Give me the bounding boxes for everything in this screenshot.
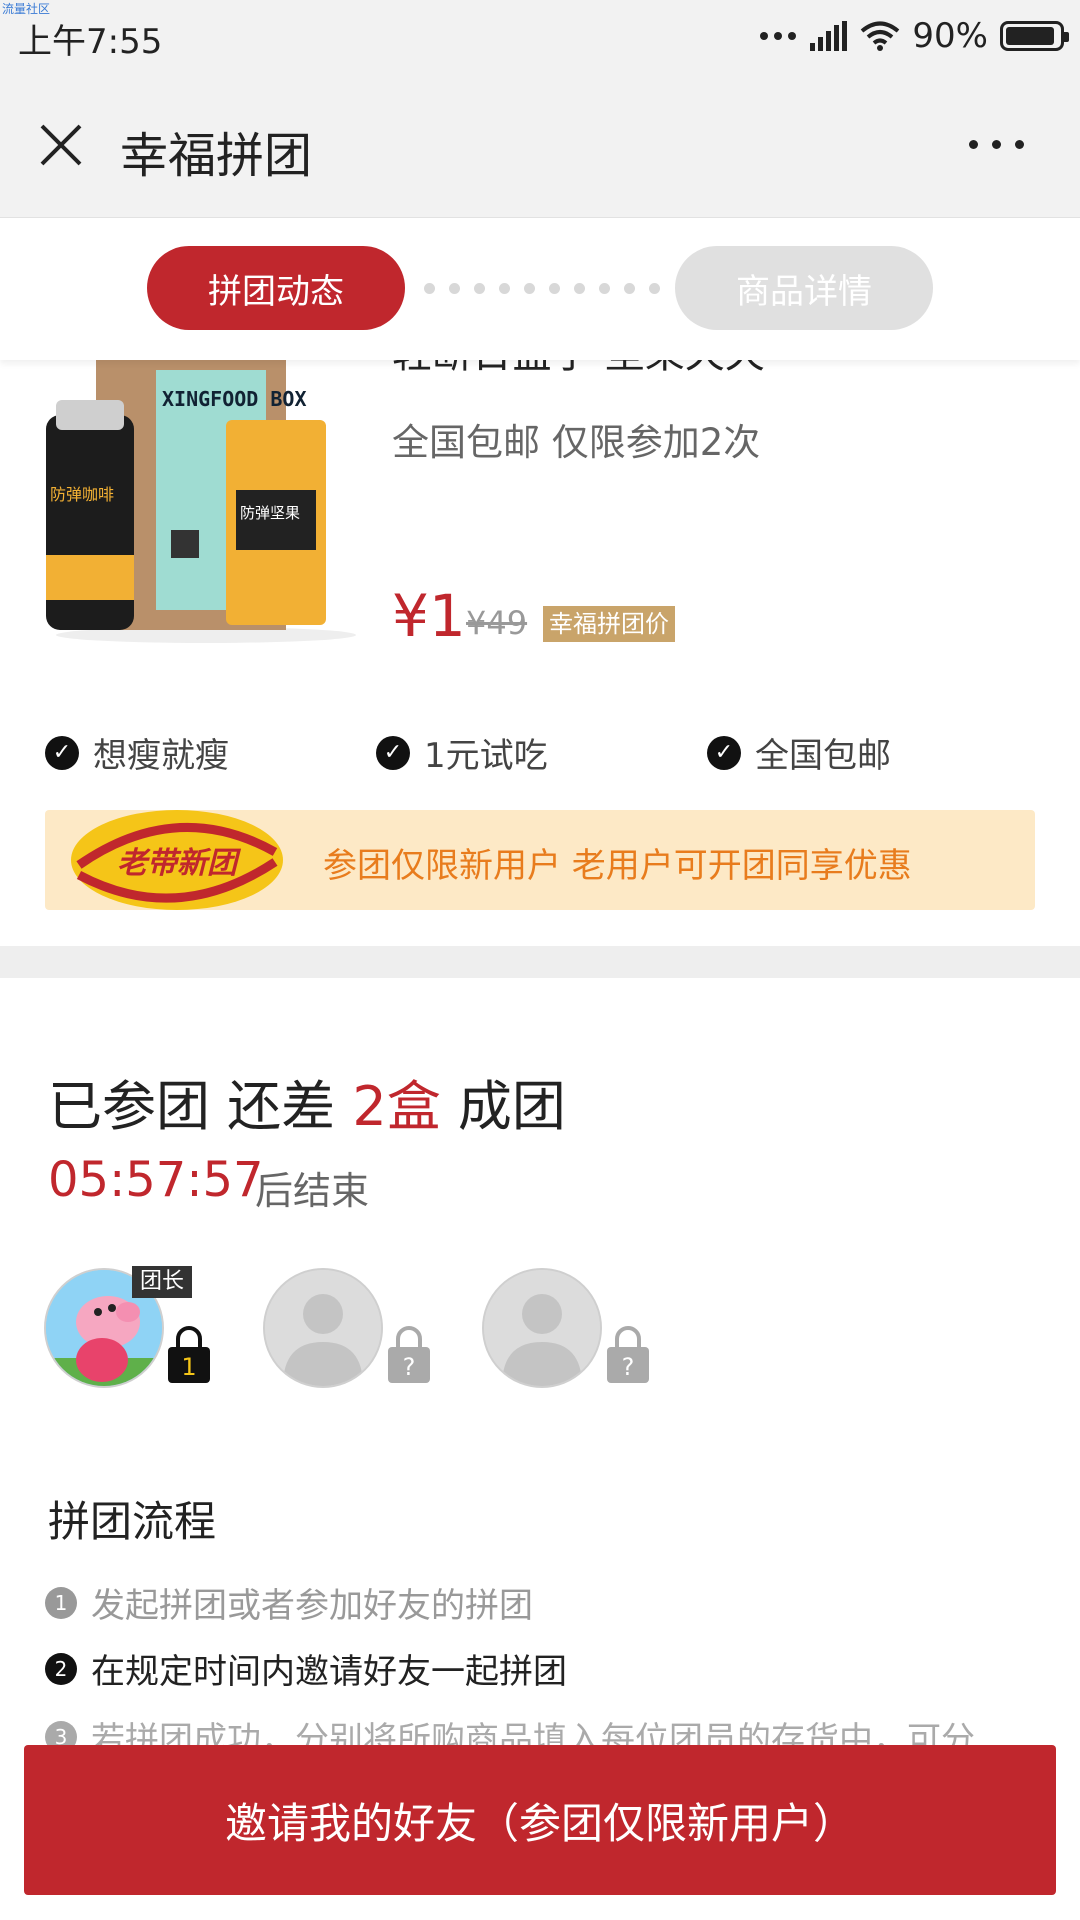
lock-mark: ?	[403, 1353, 416, 1381]
person-placeholder-icon	[484, 1270, 600, 1386]
product-subtitle: 全国包邮 仅限参加2次	[392, 421, 761, 464]
step-number: 1	[45, 1586, 77, 1619]
check-icon: ✓	[45, 735, 79, 770]
step-text: 在规定时间内邀请好友一起拼团	[91, 1652, 567, 1692]
nuts-label: 防弹坚果	[240, 504, 300, 522]
step-number: 2	[45, 1652, 77, 1685]
status-time: 上午7:55	[18, 22, 163, 62]
cellular-signal-icon	[810, 21, 848, 51]
check-icon: ✓	[707, 735, 741, 770]
battery-percent: 90%	[912, 16, 988, 56]
lock-count: 1	[181, 1353, 196, 1381]
more-menu-icon[interactable]	[969, 140, 1024, 149]
group-status: 已参团 还差 2盒 成团	[48, 1062, 566, 1141]
title-bar: 幸福拼团	[0, 72, 1080, 218]
lock-icon: ?	[388, 1326, 430, 1383]
process-step: 2 在规定时间内邀请好友一起拼团	[45, 1644, 567, 1693]
process-title: 拼团流程	[48, 1497, 217, 1546]
invite-friends-button[interactable]: 邀请我的好友（参团仅限新用户）	[24, 1745, 1056, 1895]
tab-group-dynamics[interactable]: 拼团动态	[147, 246, 405, 330]
feature-item: ✓ 想瘦就瘦	[45, 728, 229, 777]
check-icon: ✓	[376, 735, 410, 770]
box-label: XINGFOOD BOX	[162, 387, 307, 411]
section-divider	[0, 946, 1080, 978]
close-icon[interactable]	[36, 120, 86, 170]
coffee-label: 防弹咖啡	[50, 485, 114, 504]
group-price: ¥1	[392, 582, 466, 650]
original-price: ¥49	[466, 604, 528, 642]
status-icons: 90%	[760, 14, 1069, 58]
more-signal-icon	[760, 32, 797, 40]
old-bring-new-badge: 老带新团	[71, 810, 283, 910]
step-text: 发起拼团或者参加好友的拼团	[91, 1586, 533, 1626]
process-step: 1 发起拼团或者参加好友的拼团	[45, 1578, 533, 1627]
empty-member-avatar[interactable]	[482, 1268, 602, 1388]
status-prefix: 已参团 还差	[48, 1075, 353, 1138]
feature-label: 想瘦就瘦	[93, 736, 229, 776]
status-bar: 流量社区 上午7:55 90%	[0, 0, 1080, 72]
countdown-timer: 05:57:57	[48, 1152, 264, 1208]
status-highlight: 2盒	[352, 1075, 441, 1138]
lock-icon: ?	[607, 1326, 649, 1383]
empty-member-avatar[interactable]	[263, 1268, 383, 1388]
lock-icon: 1	[168, 1326, 210, 1383]
badge-text: 老带新团	[117, 846, 242, 881]
feature-item: ✓ 1元试吃	[376, 728, 548, 777]
page-title: 幸福拼团	[120, 128, 313, 184]
wifi-icon	[861, 21, 900, 51]
tab-connector-dots	[424, 283, 660, 294]
product-image: XINGFOOD BOX 防弹咖啡 防弹坚果	[46, 360, 356, 643]
status-suffix: 成团	[440, 1075, 566, 1138]
feature-item: ✓ 全国包邮	[707, 728, 891, 777]
lock-mark: ?	[622, 1353, 635, 1381]
promo-banner: 老带新团 参团仅限新用户 老用户可开团同享优惠	[45, 810, 1035, 910]
countdown-suffix: 后结束	[255, 1169, 370, 1213]
leader-tag: 团长	[132, 1266, 192, 1298]
price-tag: 幸福拼团价	[543, 606, 675, 642]
feature-label: 1元试吃	[424, 736, 548, 776]
banner-text: 参团仅限新用户 老用户可开团同享优惠	[323, 846, 912, 886]
person-placeholder-icon	[265, 1270, 381, 1386]
tab-bar: 拼团动态 商品详情	[0, 218, 1080, 360]
battery-icon	[1000, 21, 1069, 51]
feature-label: 全国包邮	[755, 736, 891, 776]
tab-product-details[interactable]: 商品详情	[675, 246, 933, 330]
